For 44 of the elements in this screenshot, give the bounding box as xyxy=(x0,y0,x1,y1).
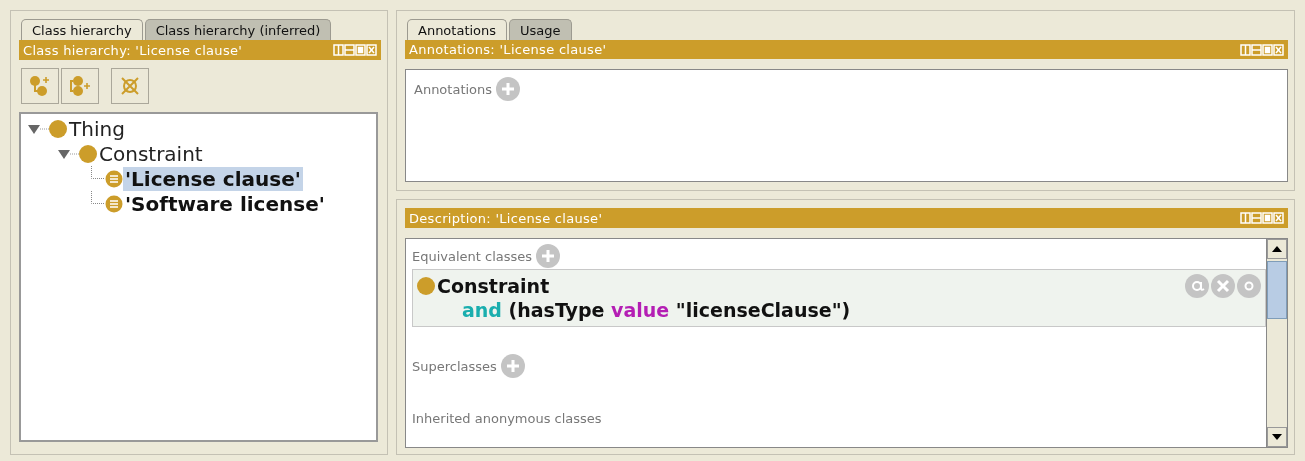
tab[interactable]: Class hierarchy (inferred) xyxy=(144,19,332,41)
add-icon[interactable] xyxy=(496,77,521,102)
section-label: Inherited anonymous classes xyxy=(412,410,602,426)
defined-class-icon xyxy=(105,194,123,213)
section-label: Superclasses xyxy=(412,358,497,374)
scrollbar[interactable] xyxy=(1266,239,1287,447)
tab[interactable]: Usage xyxy=(509,19,572,41)
scroll-up-icon[interactable] xyxy=(1272,246,1282,252)
annotate-icon[interactable] xyxy=(1185,274,1209,298)
class-icon xyxy=(417,277,435,295)
add-icon[interactable] xyxy=(536,244,561,268)
tree-item[interactable]: 'Software license' xyxy=(123,191,327,216)
class-expression: Constraint and (hasType value "licenseClause") xyxy=(437,274,852,322)
delete-icon[interactable] xyxy=(1211,274,1235,298)
defined-class-icon xyxy=(105,169,123,188)
view-header: Annotations: 'License clause' xyxy=(405,40,1288,60)
view-controls-icon[interactable] xyxy=(1240,43,1284,56)
class-icon xyxy=(49,119,67,138)
section-label: Equivalent classes xyxy=(412,248,533,264)
tree-line xyxy=(91,191,105,204)
tree-item[interactable]: Thing xyxy=(67,116,127,141)
view-header: Class hierarchy: 'License clause' xyxy=(19,40,381,60)
tab[interactable]: Annotations xyxy=(407,19,508,41)
edit-icon[interactable] xyxy=(1237,274,1261,298)
add-icon[interactable] xyxy=(500,354,525,378)
add-sibling-button[interactable] xyxy=(61,68,99,104)
delete-class-button[interactable] xyxy=(111,68,149,104)
add-subclass-icon xyxy=(29,75,51,97)
view-controls-icon[interactable] xyxy=(1240,212,1284,224)
view-controls-icon[interactable] xyxy=(333,44,377,56)
tree-item[interactable]: 'License clause' xyxy=(123,166,303,191)
tree-item[interactable]: Constraint xyxy=(97,141,205,166)
add-sibling-icon xyxy=(69,75,91,97)
add-subclass-button[interactable] xyxy=(21,68,59,104)
class-icon xyxy=(79,144,97,163)
section-label: Annotations xyxy=(414,81,493,97)
class-expression-row[interactable]: Constraint and (hasType value "licenseClause") xyxy=(412,269,1266,327)
view-header: Description: 'License clause' xyxy=(405,208,1288,228)
scroll-down-icon[interactable] xyxy=(1272,434,1282,440)
expanded-icon[interactable] xyxy=(27,122,49,135)
expanded-icon[interactable] xyxy=(57,147,79,160)
delete-class-icon xyxy=(119,75,141,97)
tree-line xyxy=(91,166,105,179)
tab[interactable]: Class hierarchy xyxy=(21,19,143,41)
